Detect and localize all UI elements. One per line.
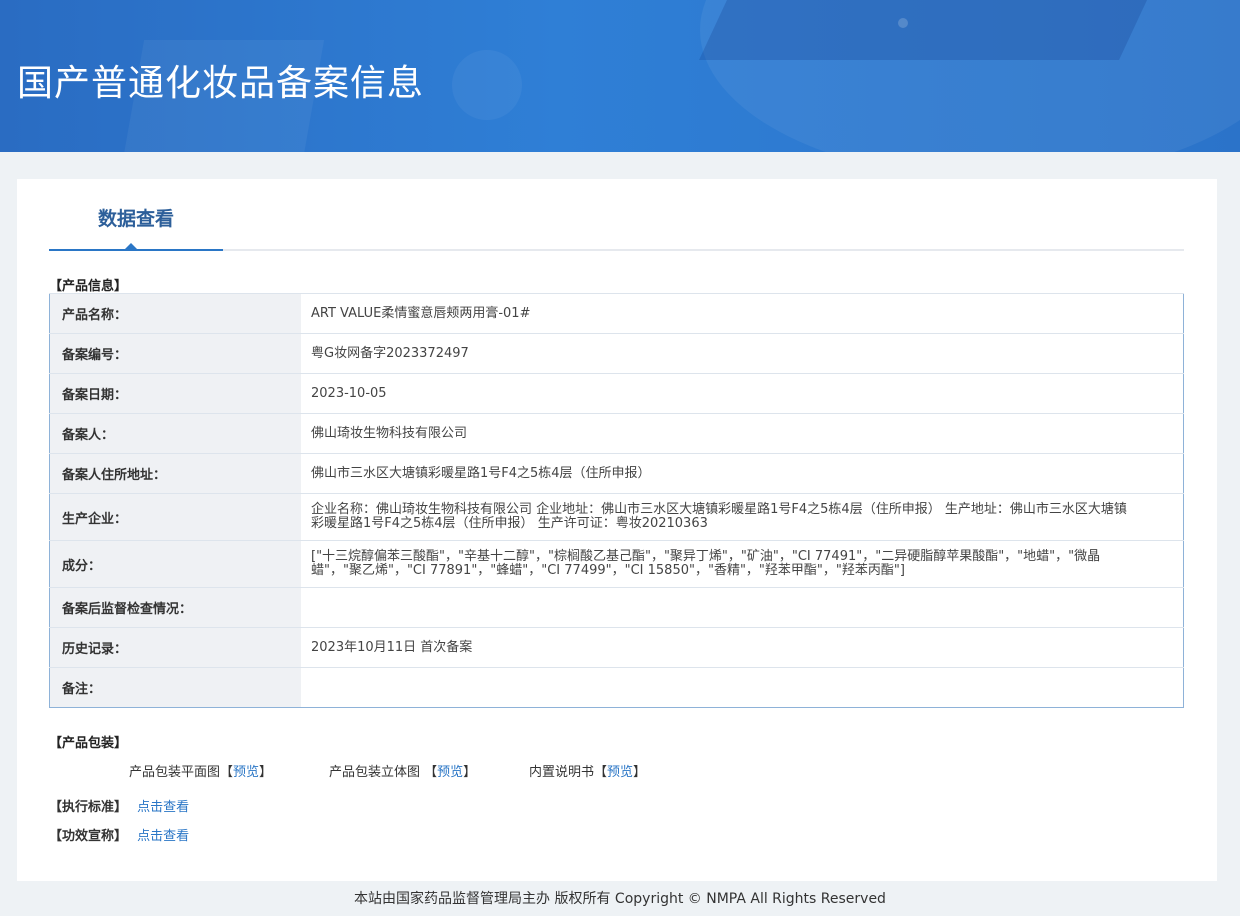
product-info-title: 【产品信息】 — [49, 279, 128, 294]
banner-decoration — [898, 18, 908, 28]
content-card: 数据查看 【产品信息】 产品名称： ART VALUE柔情蜜意唇颊两用膏-01# 备… — [17, 179, 1217, 881]
preview-manual-link[interactable]: 预览 — [607, 765, 633, 780]
preview-3d-link[interactable]: 预览 — [437, 765, 463, 780]
info-row-value: 佛山市三水区大塘镇彩暖星路1号F4之5栋4层（住所申报） — [301, 453, 1184, 494]
banner-decoration — [452, 50, 522, 120]
info-row-key: 备案人： — [49, 413, 301, 454]
packaging-3d-item: 产品包装立体图 【预览】 — [329, 765, 477, 780]
info-row: 备案人住所地址： 佛山市三水区大塘镇彩暖星路1号F4之5栋4层（住所申报） — [49, 453, 1184, 494]
info-row-value: 佛山琦妆生物科技有限公司 — [301, 413, 1184, 454]
info-row-key: 历史记录： — [49, 627, 301, 668]
info-row: 备案编号： 粤G妆网备字2023372497 — [49, 333, 1184, 374]
packaging-title: 【产品包装】 — [49, 736, 128, 751]
info-row-value: ART VALUE柔情蜜意唇颊两用膏-01# — [301, 293, 1184, 334]
page-title: 国产普通化妆品备案信息 — [17, 63, 425, 104]
info-row: 备注： — [49, 667, 1184, 708]
info-row-value — [301, 587, 1184, 628]
info-row-key: 备案后监督检查情况： — [49, 587, 301, 628]
efficacy-line: 【功效宣称】 点击查看 — [49, 825, 189, 844]
info-row-key: 生产企业： — [49, 493, 301, 541]
info-row-key: 备案人住所地址： — [49, 453, 301, 494]
info-row: 产品名称： ART VALUE柔情蜜意唇颊两用膏-01# — [49, 293, 1184, 334]
info-row-key: 成分： — [49, 540, 301, 588]
info-row: 备案后监督检查情况： — [49, 587, 1184, 628]
standard-view-link[interactable]: 点击查看 — [137, 800, 189, 815]
tab-label: 数据查看 — [97, 208, 174, 230]
info-row-value: 粤G妆网备字2023372497 — [301, 333, 1184, 374]
info-row-value: 2023年10月11日 首次备案 — [301, 627, 1184, 668]
info-row-key: 备案日期： — [49, 373, 301, 414]
page-banner: 国产普通化妆品备案信息 — [0, 0, 1240, 152]
info-row-value: 2023-10-05 — [301, 373, 1184, 414]
info-row: 历史记录： 2023年10月11日 首次备案 — [49, 627, 1184, 668]
banner-decoration — [699, 0, 1161, 60]
standard-label: 【执行标准】 — [49, 800, 128, 815]
product-info-table: 产品名称： ART VALUE柔情蜜意唇颊两用膏-01# 备案编号： 粤G妆网备字20… — [49, 293, 1184, 708]
info-row-value: ["十三烷醇偏苯三酸酯"，"辛基十二醇"，"棕榈酸乙基己酯"，"聚异丁烯"，"矿… — [301, 540, 1184, 588]
info-row-key: 备案编号： — [49, 333, 301, 374]
tab-active-caret — [125, 243, 137, 249]
efficacy-label: 【功效宣称】 — [49, 829, 128, 844]
packaging-manual-item: 内置说明书【预览】 — [529, 765, 647, 780]
tab-data-view[interactable]: 数据查看 — [49, 179, 223, 251]
info-row-value — [301, 667, 1184, 708]
efficacy-view-link[interactable]: 点击查看 — [137, 829, 189, 844]
info-row-key: 备注： — [49, 667, 301, 708]
info-row: 备案人： 佛山琦妆生物科技有限公司 — [49, 413, 1184, 454]
footer-copyright: 本站由国家药品监督管理局主办 版权所有 Copyright © NMPA All… — [354, 891, 886, 907]
standard-line: 【执行标准】 点击查看 — [49, 796, 189, 815]
info-row: 备案日期： 2023-10-05 — [49, 373, 1184, 414]
preview-flat-link[interactable]: 预览 — [233, 765, 259, 780]
info-row: 成分： ["十三烷醇偏苯三酸酯"，"辛基十二醇"，"棕榈酸乙基己酯"，"聚异丁烯"… — [49, 540, 1184, 588]
packaging-flat-item: 产品包装平面图【预览】 — [129, 765, 273, 780]
tab-bar: 数据查看 — [49, 179, 1184, 251]
info-row-key: 产品名称： — [49, 293, 301, 334]
info-row: 生产企业： 企业名称：佛山琦妆生物科技有限公司 企业地址：佛山市三水区大塘镇彩暖星… — [49, 493, 1184, 541]
info-row-value: 企业名称：佛山琦妆生物科技有限公司 企业地址：佛山市三水区大塘镇彩暖星路1号F4… — [301, 493, 1184, 541]
